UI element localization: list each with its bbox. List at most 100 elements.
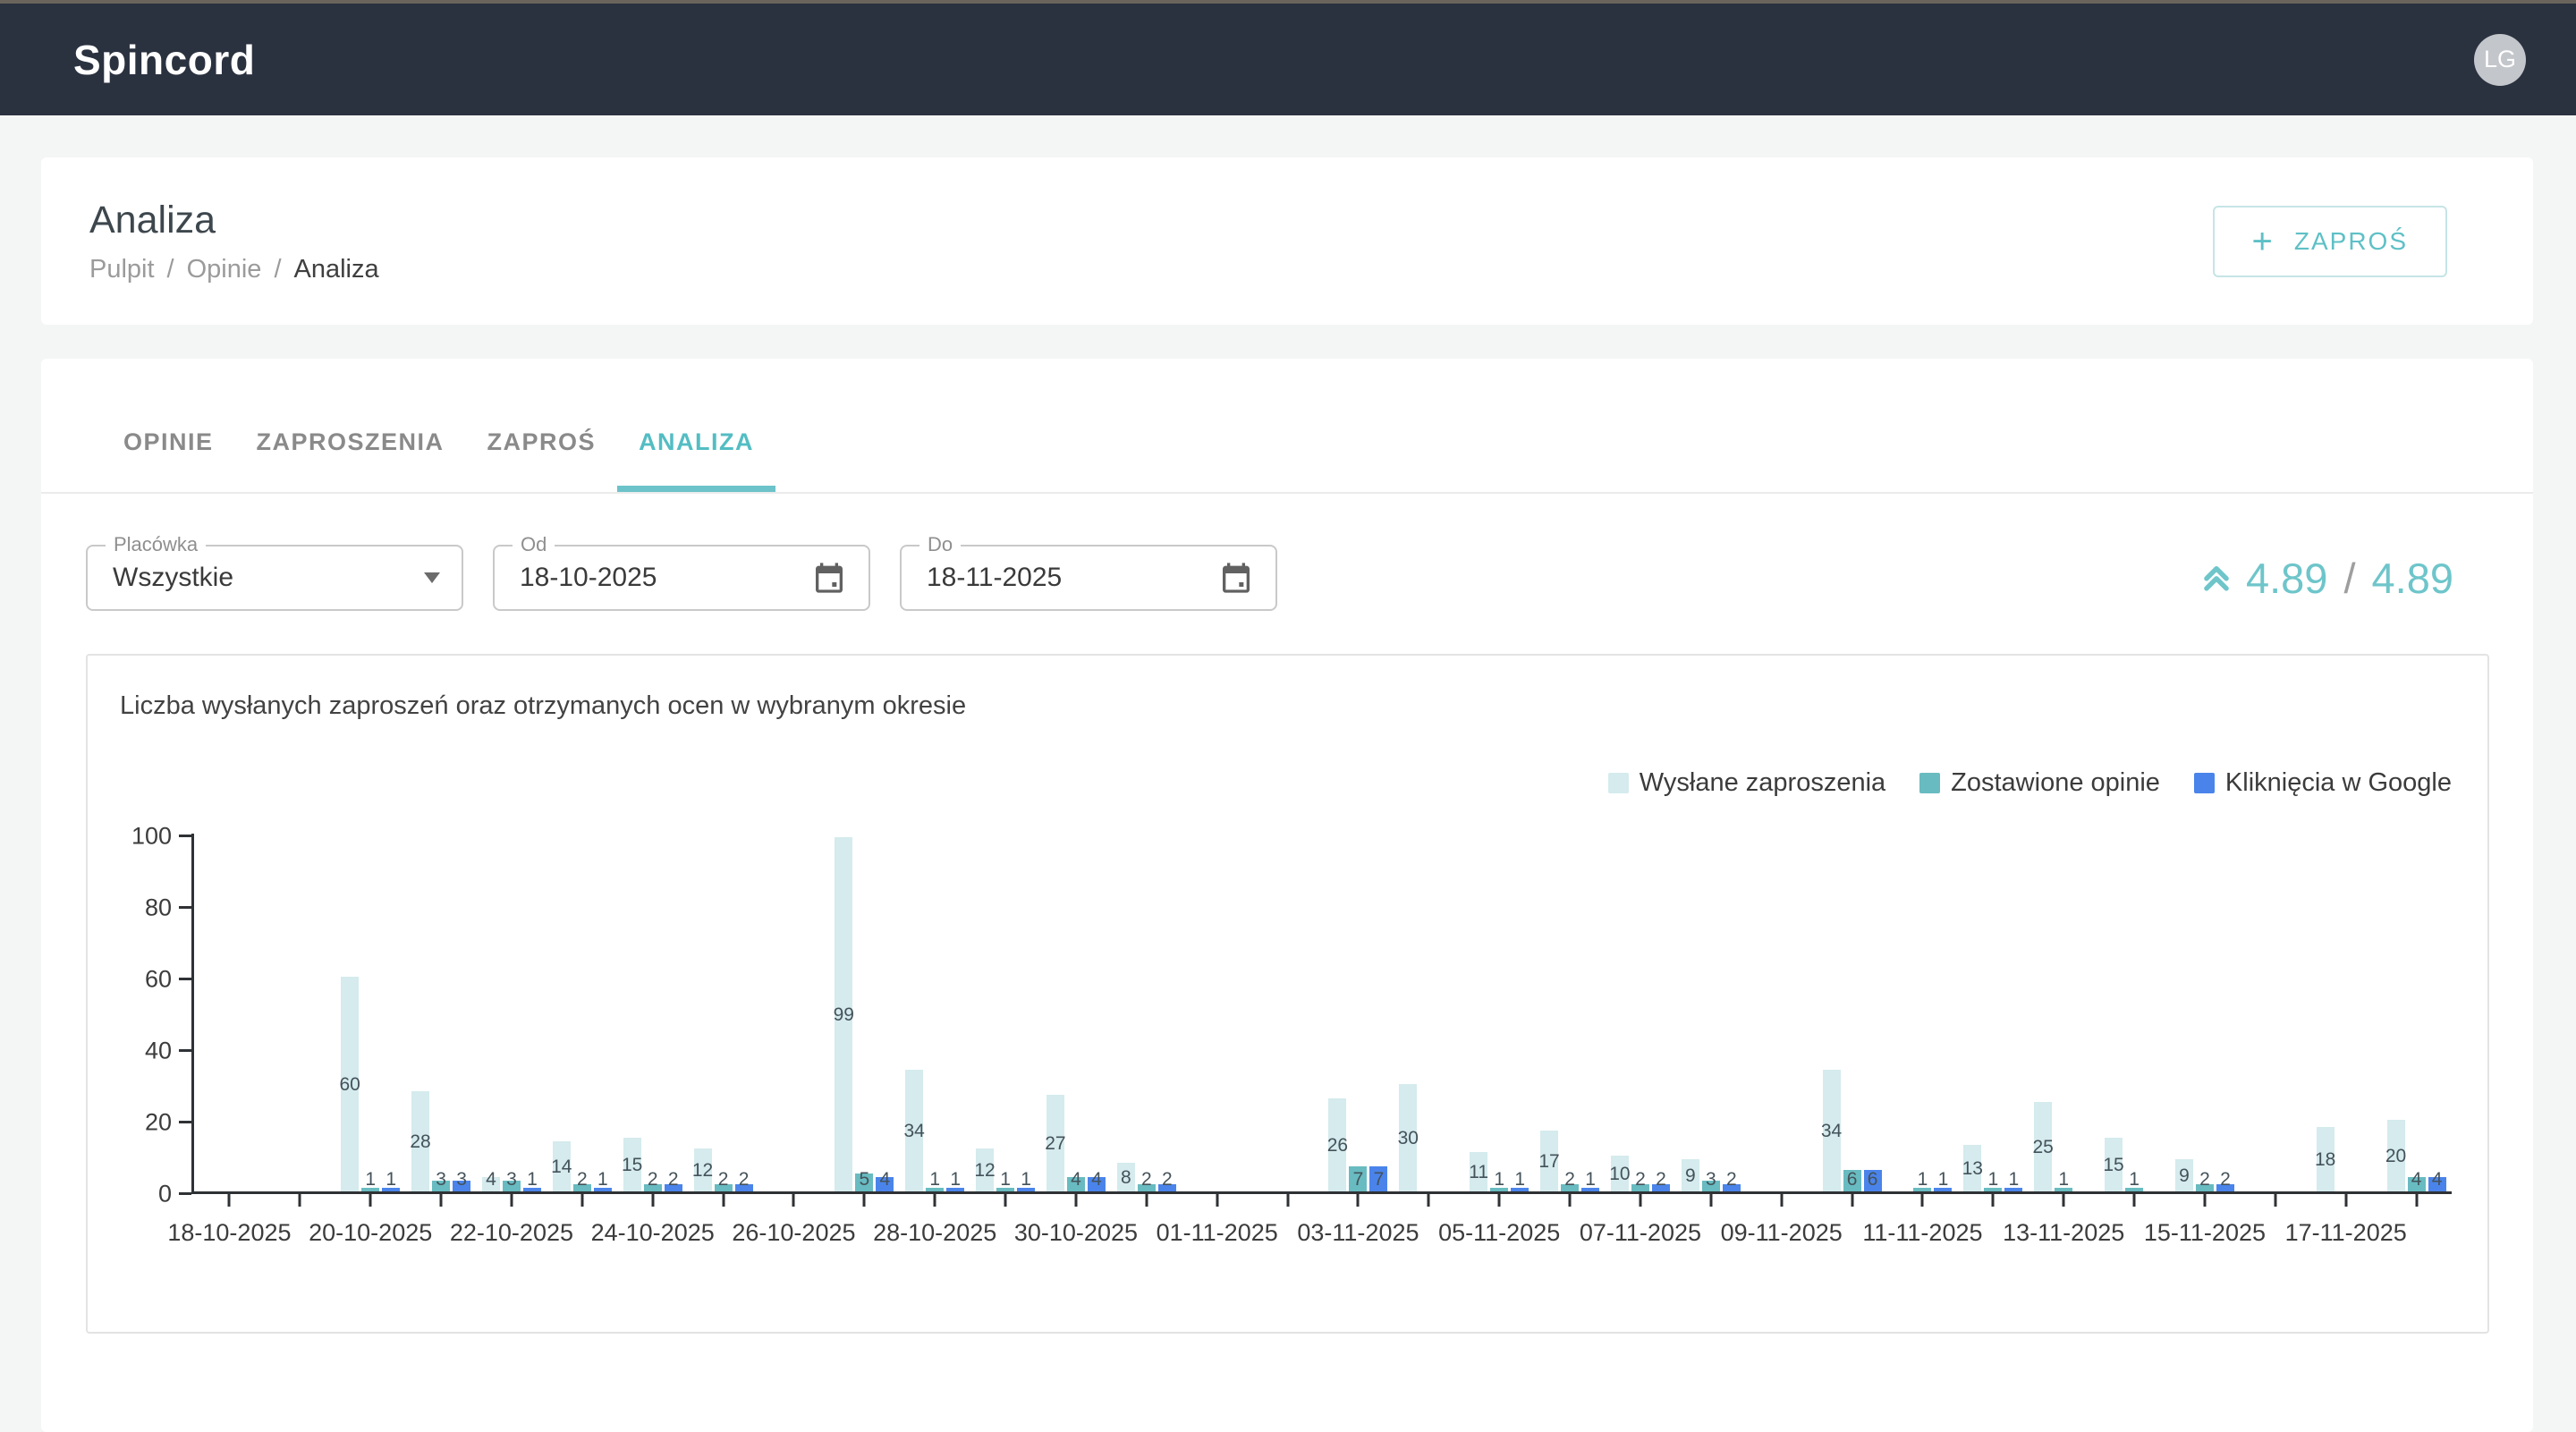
avatar[interactable]: LG — [2474, 34, 2526, 86]
bar-col: 1 — [523, 834, 541, 1191]
bar-group: 2744 — [1046, 834, 1106, 1191]
bar-col: 13 — [1963, 834, 1981, 1191]
tab-opinie[interactable]: OPINIE — [102, 359, 235, 492]
bar-value-label: 2 — [668, 1169, 679, 1191]
rating-current: 4.89 — [2246, 554, 2327, 603]
bar-col: 99 — [835, 834, 852, 1191]
bar-value-label: 1 — [386, 1169, 396, 1191]
legend-item-kliknieciawgoogle[interactable]: Kliknięcia w Google — [2194, 768, 2452, 798]
day-slot-27-10-2025: 9954 — [829, 834, 900, 1191]
bar-group — [199, 834, 258, 1191]
bar-value-label: 99 — [834, 1004, 854, 1026]
bar-value-label: 28 — [410, 1131, 430, 1153]
bar-value-label: 13 — [1962, 1158, 1983, 1180]
breadcrumb-opinie[interactable]: Opinie — [187, 255, 262, 284]
legend-swatch — [2194, 773, 2215, 793]
rating-separator: / — [2340, 554, 2359, 603]
day-slot-04-11-2025: 30 — [1394, 834, 1464, 1191]
bar-col: 1 — [946, 834, 964, 1191]
bar-col — [2358, 834, 2376, 1191]
bar-col: 1 — [1934, 834, 1952, 1191]
bar-col — [1279, 834, 1297, 1191]
bar-col — [1229, 834, 1247, 1191]
bar-group: 18 — [2317, 834, 2376, 1191]
brand-logo[interactable]: Spincord — [73, 36, 255, 84]
bar-col: 26 — [1328, 834, 1346, 1191]
bar-col — [1752, 834, 1770, 1191]
legend-item-wysanezaproszenia[interactable]: Wysłane zaproszenia — [1608, 768, 1885, 798]
legend-item-zostawioneopinie[interactable]: Zostawione opinie — [1919, 768, 2160, 798]
bar-col: 9 — [2175, 834, 2193, 1191]
bar-group: 822 — [1117, 834, 1176, 1191]
tab-zapros[interactable]: ZAPROŚ — [466, 359, 618, 492]
calendar-icon[interactable] — [811, 559, 847, 597]
bar-group: 3411 — [905, 834, 964, 1191]
bar-col: 4 — [2428, 834, 2446, 1191]
bar-col — [805, 834, 823, 1191]
date-to-value: 18-11-2025 — [927, 563, 1062, 593]
bar-col: 1 — [1581, 834, 1599, 1191]
bar-col: 3 — [453, 834, 470, 1191]
day-slot-05-11-2025: 111105-11-2025 — [1464, 834, 1535, 1191]
bar-value-label: 2 — [577, 1169, 588, 1191]
facility-select[interactable]: Placówka Wszystkie — [86, 545, 463, 611]
tab-zaproszenia[interactable]: ZAPROSZENIA — [235, 359, 466, 492]
bar-col: 4 — [876, 834, 894, 1191]
bar-col: 18 — [2317, 834, 2334, 1191]
invite-button[interactable]: + ZAPROŚ — [2213, 206, 2448, 277]
bar-col: 1 — [382, 834, 400, 1191]
bar-col — [764, 834, 782, 1191]
bar-value-label: 6 — [1847, 1169, 1858, 1191]
bar-col: 1 — [1984, 834, 2002, 1191]
bar-value-label: 2 — [1726, 1169, 1737, 1191]
bar-value-label: 4 — [879, 1169, 890, 1191]
day-slot-25-10-2025: 1222 — [688, 834, 758, 1191]
x-axis-label: 30-10-2025 — [1014, 1219, 1138, 1247]
bar-col: 27 — [1046, 834, 1064, 1191]
bar-value-label: 2 — [739, 1169, 750, 1191]
bar-col — [1208, 834, 1226, 1191]
day-slot-18-10-2025: 18-10-2025 — [194, 834, 265, 1191]
y-axis-tick — [179, 835, 191, 837]
caret-down-icon[interactable] — [424, 572, 440, 583]
date-to-field[interactable]: Do 18-11-2025 — [900, 545, 1277, 611]
bar-value-label: 20 — [2385, 1146, 2406, 1167]
tab-analiza[interactable]: ANALIZA — [617, 359, 775, 492]
bar-col: 4 — [1088, 834, 1106, 1191]
bar-group: 922 — [2175, 834, 2234, 1191]
bar-value-label: 4 — [1091, 1169, 1102, 1191]
bar-col: 2 — [573, 834, 591, 1191]
bar-col: 11 — [1470, 834, 1487, 1191]
bar-group — [764, 834, 823, 1191]
bar-col: 1 — [2055, 834, 2072, 1191]
x-axis-label: 13-11-2025 — [2003, 1219, 2124, 1247]
bar-col: 4 — [482, 834, 500, 1191]
bar-col: 1 — [926, 834, 944, 1191]
bar-col — [2146, 834, 2164, 1191]
bar-col: 1 — [594, 834, 612, 1191]
bar-col — [311, 834, 329, 1191]
bar-value-label: 11 — [1469, 1162, 1488, 1183]
bar-col: 34 — [1823, 834, 1841, 1191]
day-slot-01-11-2025: 01-11-2025 — [1182, 834, 1252, 1191]
bar-group: 1111 — [1470, 834, 1529, 1191]
day-slot-13-11-2025: 25113-11-2025 — [2029, 834, 2099, 1191]
day-slot-06-11-2025: 1721 — [1535, 834, 1606, 1191]
bar-group: 932 — [1682, 834, 1741, 1191]
bar-group — [1752, 834, 1811, 1191]
x-axis-label: 03-11-2025 — [1297, 1219, 1419, 1247]
breadcrumb-pulpit[interactable]: Pulpit — [89, 255, 155, 284]
calendar-icon[interactable] — [1218, 559, 1254, 597]
page-title: Analiza — [89, 199, 379, 242]
date-from-field[interactable]: Od 18-10-2025 — [493, 545, 870, 611]
breadcrumb-separator: / — [274, 255, 281, 284]
bar-col: 8 — [1117, 834, 1135, 1191]
bar-value-label: 1 — [2008, 1169, 2019, 1191]
bar-col — [199, 834, 217, 1191]
bar-col: 7 — [1349, 834, 1367, 1191]
y-axis-label: 80 — [120, 894, 172, 922]
day-slot-10-11-2025: 3466 — [1817, 834, 1887, 1191]
facility-select-label: Placówka — [106, 533, 206, 556]
bar-value-label: 2 — [1564, 1169, 1575, 1191]
x-axis-label: 17-11-2025 — [2285, 1219, 2407, 1247]
